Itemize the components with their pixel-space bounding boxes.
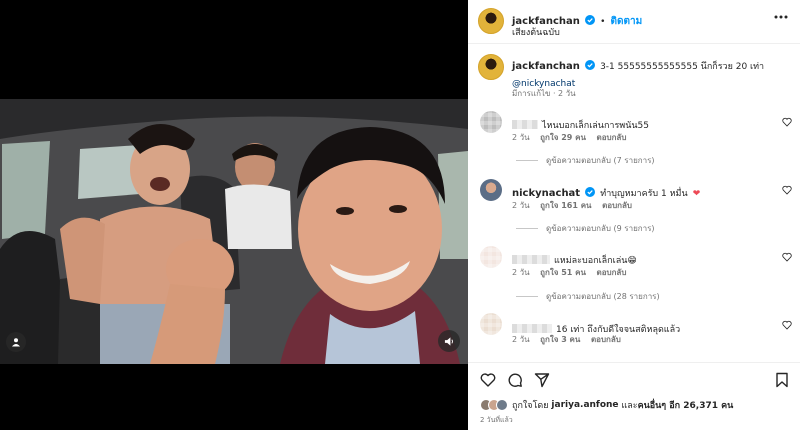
author-avatar[interactable] <box>478 8 504 34</box>
comment-text: ทำบุญหมาครับ 1 หมื่น <box>600 189 688 199</box>
view-replies[interactable]: ดูข้อความตอบกลับ (9 รายการ) <box>516 222 655 235</box>
video-frame <box>0 99 468 364</box>
post-media <box>0 0 468 430</box>
commenter-username-blurred[interactable] <box>512 324 552 333</box>
speaker-icon <box>444 336 453 346</box>
comment-body: nickynachat ทำบุญหมาครับ 1 หมื่น ❤ <box>512 181 700 200</box>
comment-username[interactable]: nickynachat <box>512 188 580 199</box>
post-video[interactable] <box>0 99 468 364</box>
comment-time: 2 วัน <box>512 335 530 344</box>
comment-body: ไหนบอกเล็กเล่นการพนัน55 <box>512 113 649 132</box>
heart-icon[interactable] <box>480 372 496 388</box>
user-icon <box>12 338 20 347</box>
divider <box>516 228 538 229</box>
comment-meta: 2 วัน ถูกใจ 3 คน ตอบกลับ <box>512 333 629 346</box>
comment-likes[interactable]: ถูกใจ 3 คน <box>540 335 580 344</box>
heart-icon[interactable] <box>782 185 792 195</box>
comment-text: แหม่ละบอกเล็กเล่น😁 <box>554 256 637 266</box>
reply-button[interactable]: ตอบกลับ <box>597 133 627 142</box>
reply-button[interactable]: ตอบกลับ <box>597 268 627 277</box>
audio-label[interactable]: เสียงต้นฉบับ <box>512 25 560 39</box>
commenter-avatar[interactable] <box>480 111 502 133</box>
caption-meta: มีการแก้ไข · 2 วัน <box>512 89 576 98</box>
verified-icon <box>584 15 595 25</box>
follow-button[interactable]: ติดตาม <box>610 16 642 27</box>
comment-text: ไหนบอกเล็กเล่นการพนัน55 <box>542 121 649 131</box>
comment-meta: 2 วัน ถูกใจ 161 คน ตอบกลับ <box>512 199 640 212</box>
caption-username[interactable]: jackfanchan <box>512 61 580 72</box>
heart-icon[interactable] <box>782 117 792 127</box>
caption: jackfanchan 3-1 55555555555555 นึกก็รวย … <box>512 57 792 91</box>
likes-user[interactable]: jariya.anfone <box>551 400 618 410</box>
comment-time: 2 วัน <box>512 268 530 277</box>
view-replies-label: ดูข้อความตอบกลับ (7 รายการ) <box>546 156 655 165</box>
post-header: jackfanchan • ติดตาม เสียงต้นฉบับ <box>468 0 800 44</box>
comment-meta: 2 วัน ถูกใจ 29 คน ตอบกลับ <box>512 131 634 144</box>
caption-text: 3-1 55555555555555 นึกก็รวย 20 เท่า <box>600 62 765 72</box>
action-bar <box>468 362 800 396</box>
likes-summary: ถูกใจโดย jariya.anfone และ คนอื่นๆ อีก 2… <box>480 398 733 412</box>
commenter-username-blurred[interactable] <box>512 120 538 129</box>
comment-time: 2 วัน <box>512 133 530 142</box>
commenter-avatar[interactable] <box>480 313 502 335</box>
likes-and: และ <box>621 401 638 411</box>
view-replies-label: ดูข้อความตอบกลับ (9 รายการ) <box>546 224 655 233</box>
bookmark-icon[interactable] <box>774 372 790 388</box>
comment-likes[interactable]: ถูกใจ 51 คน <box>540 268 586 277</box>
commenter-username-blurred[interactable] <box>512 255 550 264</box>
caption-edited: มีการแก้ไข <box>512 89 551 98</box>
divider <box>516 160 538 161</box>
tagged-users-button[interactable] <box>6 332 26 352</box>
commenter-avatar[interactable] <box>480 246 502 268</box>
liker-avatar[interactable] <box>496 399 508 411</box>
liker-avatars <box>480 399 508 411</box>
likes-prefix: ถูกใจโดย <box>512 401 549 411</box>
comment-time: 2 วัน <box>512 201 530 210</box>
caption-time: 2 วัน <box>558 89 576 98</box>
dot-separator: • <box>600 17 606 27</box>
verified-icon <box>585 187 596 197</box>
heart-icon[interactable] <box>782 320 792 330</box>
post-panel: jackfanchan • ติดตาม เสียงต้นฉบับ jackfa… <box>468 0 800 430</box>
reply-button[interactable]: ตอบกลับ <box>602 201 632 210</box>
comment-meta: 2 วัน ถูกใจ 51 คน ตอบกลับ <box>512 266 634 279</box>
comment-likes[interactable]: ถูกใจ 29 คน <box>540 133 586 142</box>
reply-button[interactable]: ตอบกลับ <box>591 335 621 344</box>
post-date: 2 วันที่แล้ว <box>480 416 513 424</box>
share-icon[interactable] <box>534 372 550 388</box>
heart-emoji: ❤ <box>692 189 701 199</box>
verified-icon <box>584 60 595 70</box>
comment-likes[interactable]: ถูกใจ 161 คน <box>540 201 591 210</box>
commenter-avatar[interactable] <box>480 179 502 201</box>
comment-body: แหม่ละบอกเล็กเล่น😁 <box>512 248 637 267</box>
comment-icon[interactable] <box>507 372 523 388</box>
caption-avatar[interactable] <box>478 54 504 80</box>
view-replies-label: ดูข้อความตอบกลับ (28 รายการ) <box>546 292 660 301</box>
mute-button[interactable] <box>438 330 460 352</box>
view-replies[interactable]: ดูข้อความตอบกลับ (28 รายการ) <box>516 290 660 303</box>
view-replies[interactable]: ดูข้อความตอบกลับ (7 รายการ) <box>516 154 655 167</box>
more-horizontal-icon[interactable] <box>774 15 788 19</box>
divider <box>516 296 538 297</box>
heart-icon[interactable] <box>782 252 792 262</box>
likes-others[interactable]: คนอื่นๆ อีก 26,371 คน <box>638 398 734 412</box>
